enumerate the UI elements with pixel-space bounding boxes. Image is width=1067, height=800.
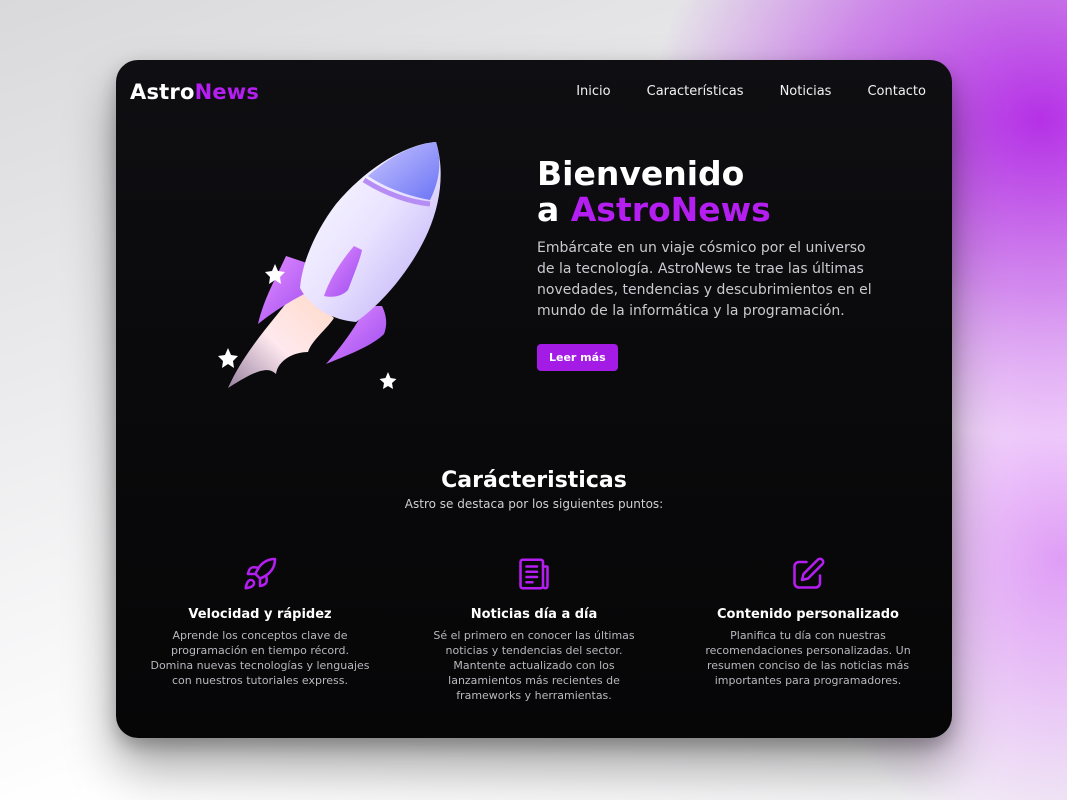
feature-card-custom: Contenido personalizado Planifica tu día… (698, 554, 918, 688)
browser-window: AstroNews Inicio Características Noticia… (116, 60, 952, 738)
nav-links: Inicio Características Noticias Contacto (576, 84, 926, 99)
newspaper-icon (424, 554, 644, 594)
features-title: Carácteristicas (441, 468, 627, 493)
hero-title: Bienvenido a AstroNews (537, 156, 877, 228)
edit-icon (698, 554, 918, 594)
nav-item-inicio[interactable]: Inicio (576, 84, 610, 99)
feature-text: Planifica tu día con nuestras recomendac… (705, 629, 911, 687)
features-header: Carácteristicas Astro se destaca por los… (116, 468, 952, 511)
hero-description: Embárcate en un viaje cósmico por el uni… (537, 240, 872, 319)
feature-card-news: Noticias día a día Sé el primero en cono… (424, 554, 644, 703)
hero-section: Bienvenido a AstroNews Embárcate en un v… (537, 156, 877, 371)
hero-title-line1: Bienvenido (537, 154, 745, 193)
read-more-button[interactable]: Leer más (537, 344, 618, 371)
top-navigation: AstroNews Inicio Características Noticia… (116, 60, 952, 126)
hero-title-accent: AstroNews (570, 190, 771, 229)
hero-title-prefix: a (537, 190, 571, 229)
logo-accent: News (194, 80, 260, 104)
rocket-icon (150, 554, 370, 594)
brand-logo[interactable]: AstroNews (130, 80, 259, 104)
logo-prefix: Astro (130, 80, 195, 104)
feature-title: Noticias día a día (470, 607, 598, 622)
feature-title: Contenido personalizado (717, 607, 899, 622)
feature-text: Sé el primero en conocer las últimas not… (433, 629, 635, 702)
nav-item-caracteristicas[interactable]: Características (647, 84, 744, 99)
feature-text: Aprende los conceptos clave de programac… (150, 629, 370, 687)
rocket-illustration (216, 138, 456, 398)
nav-item-contacto[interactable]: Contacto (867, 84, 926, 99)
rocket-image (218, 142, 441, 389)
feature-card-speed: Velocidad y rápidez Aprende los concepto… (150, 554, 370, 688)
nav-item-noticias[interactable]: Noticias (780, 84, 832, 99)
features-subtitle: Astro se destaca por los siguientes punt… (404, 497, 664, 511)
feature-title: Velocidad y rápidez (188, 607, 332, 622)
